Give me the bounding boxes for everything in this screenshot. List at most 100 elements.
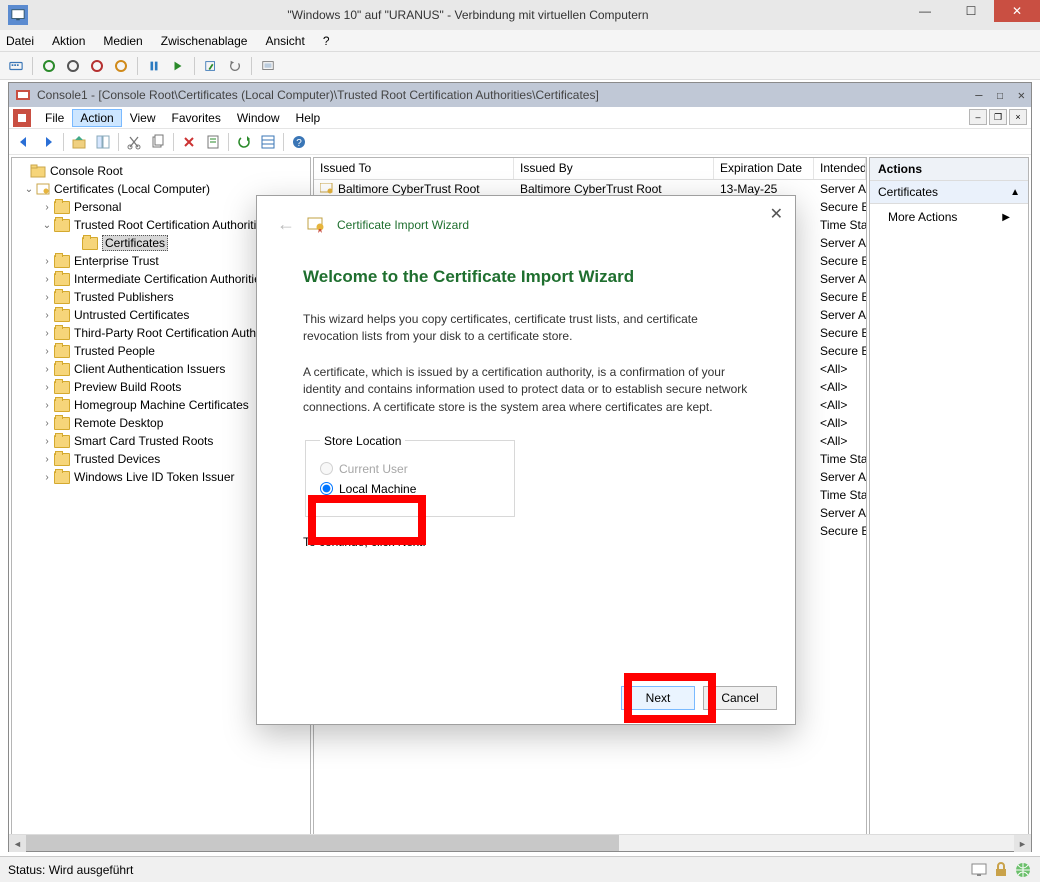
folder-icon [54, 453, 70, 466]
expander-icon[interactable]: › [40, 382, 54, 393]
mmc-title-text: Console1 - [Console Root\Certificates (L… [37, 88, 599, 102]
cut-icon[interactable] [123, 131, 145, 153]
revert-icon[interactable] [225, 56, 245, 76]
wizard-paragraph-2: A certificate, which is issued by a cert… [303, 364, 749, 416]
mmc-menu-help[interactable]: Help [288, 109, 329, 127]
expander-icon[interactable]: › [40, 328, 54, 339]
mmc-maximize-button[interactable]: ☐ [997, 88, 1004, 102]
horizontal-scrollbar[interactable]: ◄ ► [9, 834, 1031, 851]
hyperv-icon [8, 5, 28, 25]
expander-icon[interactable]: › [40, 202, 54, 213]
wizard-breadcrumb: Certificate Import Wizard [337, 218, 469, 232]
pause-icon[interactable] [144, 56, 164, 76]
folder-icon [54, 417, 70, 430]
expander-icon[interactable]: › [40, 310, 54, 321]
status-text: Status: Wird ausgeführt [8, 863, 133, 877]
actions-pane: Actions Certificates ▲ More Actions ▶ [869, 157, 1029, 849]
radio-local-machine[interactable]: Local Machine [320, 482, 500, 496]
expander-icon[interactable]: › [40, 454, 54, 465]
export-list-icon[interactable] [257, 131, 279, 153]
tree-root[interactable]: Console Root [12, 162, 310, 180]
radio-local-machine-input[interactable] [320, 482, 333, 495]
expander-icon[interactable]: › [40, 364, 54, 375]
chevron-up-icon: ▲ [1010, 187, 1020, 198]
expander-icon[interactable]: › [40, 472, 54, 483]
mmc-menu-action[interactable]: Action [72, 109, 121, 127]
host-menu-datei[interactable]: Datei [6, 34, 34, 48]
status-display-icon [970, 861, 988, 879]
actions-section[interactable]: Certificates ▲ [870, 181, 1028, 204]
wizard-continue-text: To continue, click Next. [303, 535, 749, 549]
mmc-toolbar: ? [9, 129, 1031, 155]
enhanced-session-icon[interactable] [258, 56, 278, 76]
expander-icon[interactable]: ⌄ [22, 184, 36, 195]
checkpoint-icon[interactable] [201, 56, 221, 76]
properties-icon[interactable] [202, 131, 224, 153]
host-menu-aktion[interactable]: Aktion [52, 34, 85, 48]
save-icon[interactable] [111, 56, 131, 76]
wizard-next-button[interactable]: Next [621, 686, 695, 710]
expander-icon[interactable]: › [40, 274, 54, 285]
folder-icon [54, 201, 70, 214]
folder-icon [54, 255, 70, 268]
expander-icon[interactable]: ⌄ [40, 220, 54, 231]
help-icon[interactable]: ? [288, 131, 310, 153]
mmc-minimize-button[interactable]: — [975, 88, 982, 102]
mmc-menu-window[interactable]: Window [229, 109, 288, 127]
mmc-console-icon[interactable] [13, 109, 31, 127]
expander-icon[interactable]: › [40, 418, 54, 429]
folder-icon [54, 327, 70, 340]
host-toolbar [0, 52, 1040, 80]
folder-icon [54, 291, 70, 304]
show-hide-tree-icon[interactable] [92, 131, 114, 153]
scroll-right-icon[interactable]: ► [1014, 835, 1031, 852]
mdi-minimize-button[interactable]: – [969, 109, 987, 125]
col-intended[interactable]: Intended Pu [814, 158, 866, 179]
expander-icon[interactable]: › [40, 346, 54, 357]
mdi-restore-button[interactable]: ❐ [989, 109, 1007, 125]
col-expiration[interactable]: Expiration Date [714, 158, 814, 179]
ctrl-alt-del-icon[interactable] [6, 56, 26, 76]
nav-back-icon[interactable] [13, 131, 35, 153]
host-maximize-button[interactable]: ☐ [948, 0, 994, 22]
mmc-menu-view[interactable]: View [122, 109, 164, 127]
up-level-icon[interactable] [68, 131, 90, 153]
expander-icon[interactable]: › [40, 256, 54, 267]
expander-icon[interactable]: › [40, 292, 54, 303]
wizard-close-button[interactable]: ✕ [770, 204, 783, 224]
delete-icon[interactable] [178, 131, 200, 153]
expander-icon[interactable]: › [40, 436, 54, 447]
radio-current-user-input [320, 462, 333, 475]
mmc-close-button[interactable]: ✕ [1018, 88, 1025, 102]
start-icon[interactable] [39, 56, 59, 76]
host-menu-ansicht[interactable]: Ansicht [265, 34, 304, 48]
actions-more[interactable]: More Actions ▶ [870, 204, 1028, 230]
wizard-cancel-button[interactable]: Cancel [703, 686, 777, 710]
mmc-menu-favorites[interactable]: Favorites [164, 109, 229, 127]
host-minimize-button[interactable]: — [902, 0, 948, 22]
expander-icon[interactable]: › [40, 400, 54, 411]
host-menu-bar: Datei Aktion Medien Zwischenablage Ansic… [0, 30, 1040, 52]
reset-icon[interactable] [168, 56, 188, 76]
wizard-cert-icon [307, 216, 325, 234]
scroll-left-icon[interactable]: ◄ [9, 835, 26, 852]
scroll-thumb[interactable] [26, 835, 619, 851]
mmc-menu-file[interactable]: File [37, 109, 72, 127]
col-issued-by[interactable]: Issued By [514, 158, 714, 179]
host-menu-medien[interactable]: Medien [103, 34, 142, 48]
shutdown-icon[interactable] [87, 56, 107, 76]
refresh-icon[interactable] [233, 131, 255, 153]
mdi-close-button[interactable]: × [1009, 109, 1027, 125]
host-menu-zwischenablage[interactable]: Zwischenablage [161, 34, 248, 48]
svg-text:?: ? [296, 138, 302, 149]
copy-icon[interactable] [147, 131, 169, 153]
list-header[interactable]: Issued To Issued By Expiration Date Inte… [314, 158, 866, 180]
folder-icon [82, 237, 98, 250]
folder-icon [54, 435, 70, 448]
col-issued-to[interactable]: Issued To [314, 158, 514, 179]
turnoff-icon[interactable] [63, 56, 83, 76]
host-close-button[interactable]: ✕ [994, 0, 1040, 22]
host-menu-help[interactable]: ? [323, 34, 330, 48]
wizard-back-icon[interactable]: ← [277, 214, 295, 235]
nav-forward-icon[interactable] [37, 131, 59, 153]
